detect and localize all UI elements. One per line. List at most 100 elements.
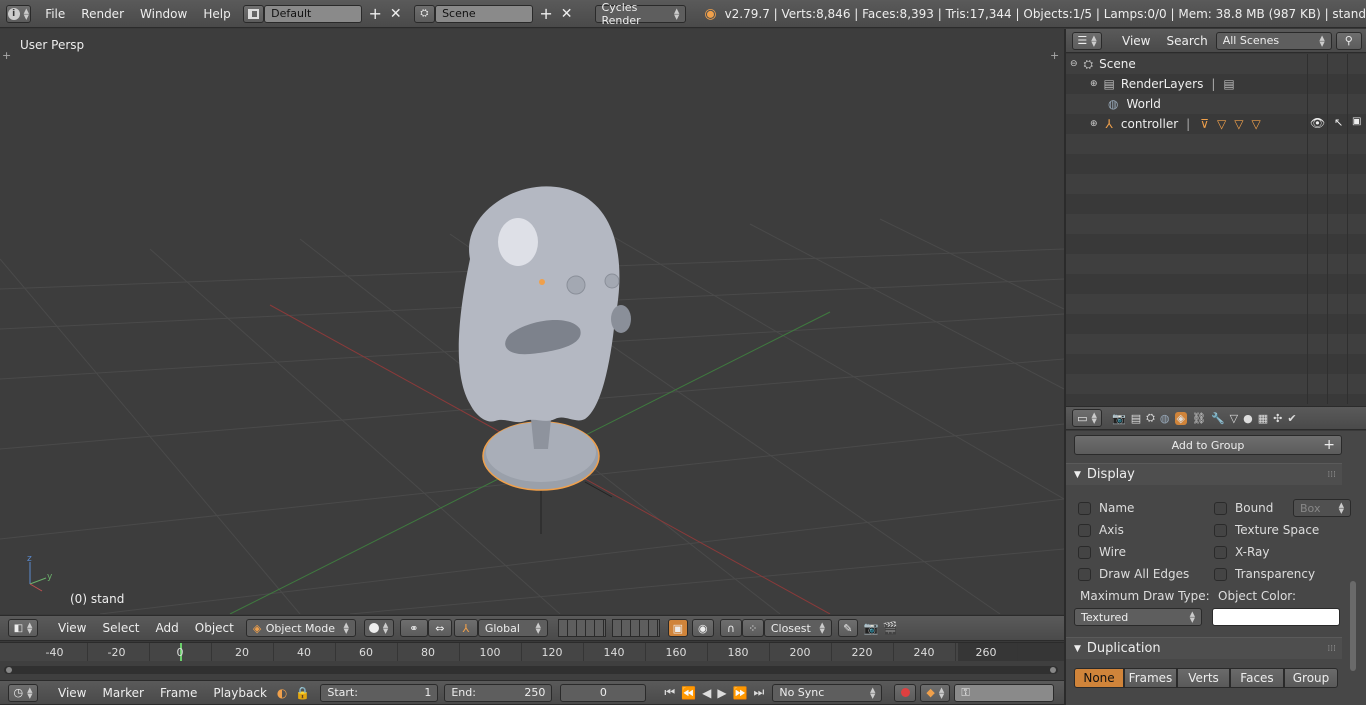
modifiers-tab-icon[interactable]: 🔧 xyxy=(1211,412,1225,425)
mode-select[interactable]: ◈ Object Mode ▲ ▼ xyxy=(245,619,356,637)
outliner-view-menu[interactable]: View xyxy=(1114,34,1158,48)
remove-scene-icon[interactable]: ✕ xyxy=(561,6,573,22)
texture-tab-icon[interactable]: ▦ xyxy=(1258,412,1268,425)
constraints-tab-icon[interactable]: ⛓ xyxy=(1192,412,1206,425)
bound-type-select[interactable]: Box ▲ ▼ xyxy=(1293,499,1351,517)
timeline-area[interactable]: -40 -20 0 20 40 60 80 100 120 140 160 180 200 220 240 2… xyxy=(0,642,1064,680)
texture-space-checkbox[interactable]: Texture Space xyxy=(1214,519,1351,541)
collapse-icon[interactable]: ⊖ xyxy=(1070,59,1078,69)
menu-help[interactable]: Help xyxy=(195,7,238,21)
render-layers-tab-icon[interactable]: ▤ xyxy=(1131,412,1141,425)
timeline-view-menu[interactable]: View xyxy=(50,686,94,700)
lock-camera-button[interactable]: ▣ xyxy=(667,619,688,637)
add-menu[interactable]: Add xyxy=(148,621,187,635)
add-layout-icon[interactable]: + xyxy=(368,4,381,23)
snap-element-button[interactable]: ⁘ xyxy=(741,619,764,637)
shading-select[interactable]: ▲ ▼ xyxy=(363,619,394,637)
orientation-select[interactable]: Global ▲ ▼ xyxy=(477,619,548,637)
object-color-swatch[interactable] xyxy=(1212,608,1340,626)
scene-field[interactable]: Scene xyxy=(435,4,534,23)
scene-tab-icon[interactable]: ⛭ xyxy=(1146,411,1155,425)
outliner-search-button[interactable]: ⚲ xyxy=(1335,31,1362,50)
material-tab-icon[interactable]: ● xyxy=(1243,412,1253,425)
dupli-frames-tab[interactable]: Frames xyxy=(1124,668,1177,688)
lock-range-icon[interactable]: 🔒 xyxy=(295,686,310,700)
jump-key-back-icon[interactable]: ⏪ xyxy=(681,686,696,700)
renderable-camera-icon[interactable]: ▣ xyxy=(1352,116,1361,127)
bound-checkbox[interactable]: Bound Box ▲ ▼ xyxy=(1214,497,1351,519)
outliner-item-world[interactable]: ◍ World xyxy=(1108,94,1161,114)
view-menu[interactable]: View xyxy=(50,621,94,635)
snap-target-select[interactable]: Closest ▲ ▼ xyxy=(763,619,832,637)
pivot-button[interactable]: ⚭ xyxy=(399,619,428,637)
dupli-group-tab[interactable]: Group xyxy=(1284,668,1338,688)
current-frame-field[interactable]: 0 xyxy=(560,683,647,702)
render-anim-icon[interactable]: 🎬 xyxy=(883,621,898,635)
add-scene-icon[interactable]: + xyxy=(539,4,552,23)
vertical-divider[interactable] xyxy=(1064,29,1066,705)
jump-start-icon[interactable]: ⏮ xyxy=(664,685,675,700)
screen-layout-button[interactable] xyxy=(242,4,265,23)
menu-render[interactable]: Render xyxy=(73,7,132,21)
keying-set-field[interactable]: ⚿ xyxy=(954,683,1055,702)
outliner-item-renderlayers[interactable]: ⊕ ▤ RenderLayers | ▤ xyxy=(1090,74,1235,94)
timeline-playback-menu[interactable]: Playback xyxy=(205,686,275,700)
end-frame-field[interactable]: End: 250 xyxy=(444,683,553,702)
timeline-frame-menu[interactable]: Frame xyxy=(152,686,205,700)
add-to-group-button[interactable]: Add to Group + xyxy=(1074,435,1342,455)
max-draw-type-select[interactable]: Textured ▲ ▼ xyxy=(1074,608,1202,626)
jump-key-forward-icon[interactable]: ⏩ xyxy=(733,686,748,700)
menu-file[interactable]: File xyxy=(37,7,73,21)
particles-tab-icon[interactable]: ✣ xyxy=(1273,412,1282,425)
render-tab-icon[interactable]: 📷 xyxy=(1112,412,1126,425)
jump-end-icon[interactable]: ⏭ xyxy=(754,685,765,700)
sync-select[interactable]: No Sync ▲ ▼ xyxy=(772,683,883,702)
visibility-eye-icon[interactable]: 👁 xyxy=(1310,116,1325,130)
render-still-icon[interactable]: 📷 xyxy=(864,621,879,635)
keying-set-button[interactable]: ◆ ▲ ▼ xyxy=(920,683,951,702)
world-tab-icon[interactable]: ◍ xyxy=(1160,412,1170,425)
render-engine-select[interactable]: Cycles Render ▲ ▼ xyxy=(594,1,687,27)
object-menu[interactable]: Object xyxy=(187,621,242,635)
layers-grid-2[interactable] xyxy=(611,619,660,637)
properties-editor-button[interactable]: ▭ ▲ ▼ xyxy=(1072,409,1102,427)
info-editor-button[interactable]: i ▲ ▼ xyxy=(6,4,31,23)
remove-layout-icon[interactable]: ✕ xyxy=(390,6,402,22)
dupli-verts-tab[interactable]: Verts xyxy=(1177,668,1230,688)
manipulator-button[interactable]: ⇔ xyxy=(427,619,452,637)
select-menu[interactable]: Select xyxy=(94,621,147,635)
play-reverse-icon[interactable]: ◀ xyxy=(702,686,711,700)
draw-all-edges-checkbox[interactable]: Draw All Edges xyxy=(1078,563,1189,585)
proportional-edit-button[interactable]: ◉ xyxy=(691,619,714,637)
play-icon[interactable]: ▶ xyxy=(717,686,726,700)
editor-type-button[interactable]: ◧ ▲ ▼ xyxy=(8,619,38,637)
transform-orientation-icon-button[interactable]: ⅄ xyxy=(453,619,478,637)
outliner-item-scene[interactable]: ⊖ ⛭ Scene xyxy=(1070,54,1136,74)
properties-scrollbar[interactable] xyxy=(1350,581,1356,671)
duplication-panel-header[interactable]: ▼ Duplication ⁞⁞⁞ xyxy=(1066,637,1342,659)
name-checkbox[interactable]: Name xyxy=(1078,497,1189,519)
display-panel-header[interactable]: ▼ Display ⁞⁞⁞ xyxy=(1066,463,1342,485)
menu-window[interactable]: Window xyxy=(132,7,195,21)
record-button[interactable] xyxy=(894,683,917,702)
preview-range-icon[interactable]: ◐ xyxy=(277,686,287,700)
scene-selector-button[interactable]: ⛭ xyxy=(413,4,436,23)
snap-toggle-button[interactable]: ∩ xyxy=(719,619,742,637)
timeline-scrollbar[interactable] xyxy=(4,666,1058,674)
selectable-cursor-icon[interactable]: ↖ xyxy=(1334,116,1343,129)
dupli-faces-tab[interactable]: Faces xyxy=(1230,668,1284,688)
expand-icon[interactable]: ⊕ xyxy=(1090,79,1098,89)
toolshelf-toggle-icon[interactable]: + xyxy=(2,49,11,62)
start-frame-field[interactable]: Start: 1 xyxy=(320,683,439,702)
drag-handle-icon[interactable]: ⁞⁞⁞ xyxy=(1327,644,1336,654)
expand-icon[interactable]: ⊕ xyxy=(1090,119,1098,129)
xray-checkbox[interactable]: X-Ray xyxy=(1214,541,1351,563)
timeline-marker-menu[interactable]: Marker xyxy=(94,686,151,700)
drag-handle-icon[interactable]: ⁞⁞⁞ xyxy=(1327,470,1336,480)
dupli-none-tab[interactable]: None xyxy=(1074,668,1124,688)
layers-grid-1[interactable] xyxy=(557,619,606,637)
screen-layout-field[interactable]: Default xyxy=(264,4,363,23)
data-tab-icon[interactable]: ▽ xyxy=(1230,412,1238,425)
3d-viewport[interactable]: z y User Persp (0) stand + + xyxy=(0,29,1064,614)
object-tab-icon[interactable]: ◈ xyxy=(1174,411,1187,425)
